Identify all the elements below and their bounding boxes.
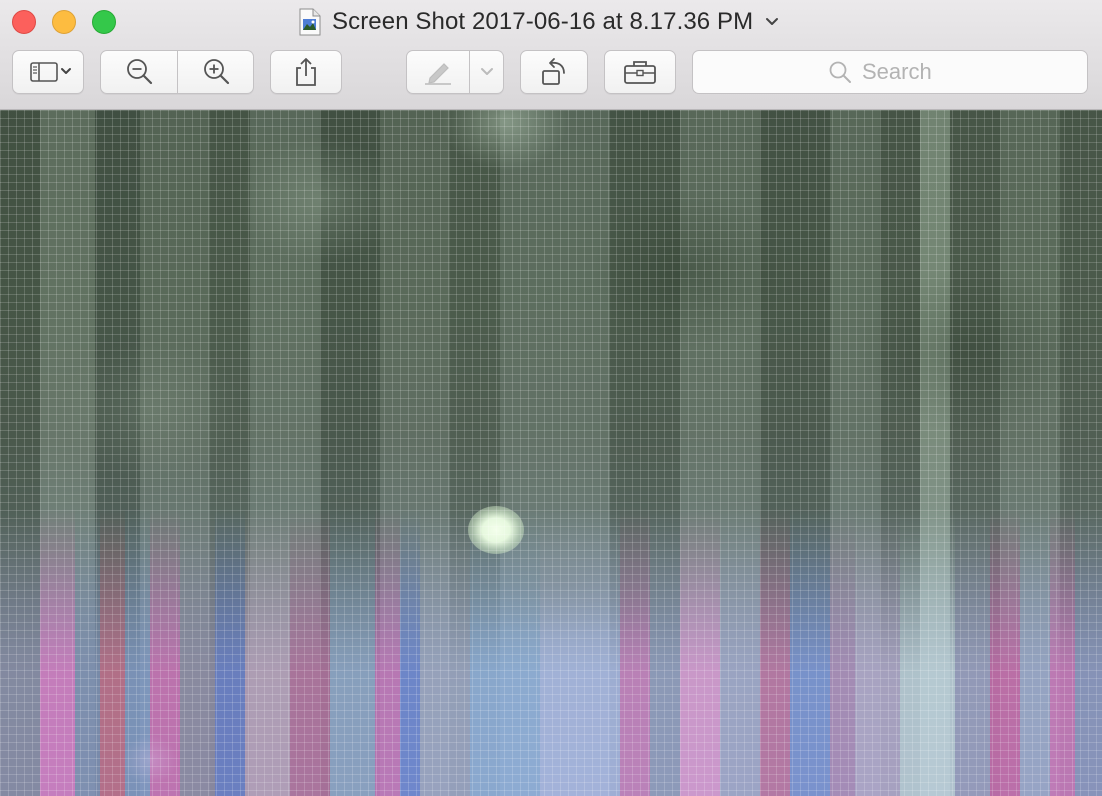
markup-toolbar-button[interactable] xyxy=(604,50,676,94)
pixel-grid-overlay xyxy=(0,110,1102,796)
markup-pen-icon xyxy=(425,63,451,85)
image-canvas[interactable] xyxy=(0,110,1102,796)
rotate-left-icon xyxy=(542,58,565,85)
zoom-button[interactable] xyxy=(92,10,116,34)
zoom-out-button[interactable] xyxy=(100,50,178,94)
minimize-button[interactable] xyxy=(52,10,76,34)
search-input[interactable] xyxy=(862,59,952,85)
toolbox-icon xyxy=(624,61,656,84)
search-icon xyxy=(829,61,851,83)
chevron-down-icon[interactable] xyxy=(765,17,779,27)
markup-button[interactable] xyxy=(406,50,470,94)
zoom-in-button[interactable] xyxy=(178,50,254,94)
chevron-down-icon xyxy=(480,68,493,75)
preview-window: Screen Shot 2017-06-16 at 8.17.36 PM xyxy=(0,0,1102,796)
window-title: Screen Shot 2017-06-16 at 8.17.36 PM xyxy=(332,8,754,35)
rotate-button[interactable] xyxy=(520,50,588,94)
window-title-group[interactable]: Screen Shot 2017-06-16 at 8.17.36 PM xyxy=(298,6,779,38)
share-icon xyxy=(296,58,316,86)
zoom-in-icon xyxy=(203,59,229,85)
share-button[interactable] xyxy=(270,50,342,94)
sidebar-icon xyxy=(30,62,71,82)
markup-menu-button[interactable] xyxy=(470,50,504,94)
image-document-icon xyxy=(299,8,321,36)
close-button[interactable] xyxy=(12,10,36,34)
titlebar: Screen Shot 2017-06-16 at 8.17.36 PM xyxy=(0,0,1102,110)
sidebar-view-button[interactable] xyxy=(12,50,84,94)
zoom-out-icon xyxy=(127,59,153,85)
search-field[interactable] xyxy=(692,50,1088,94)
